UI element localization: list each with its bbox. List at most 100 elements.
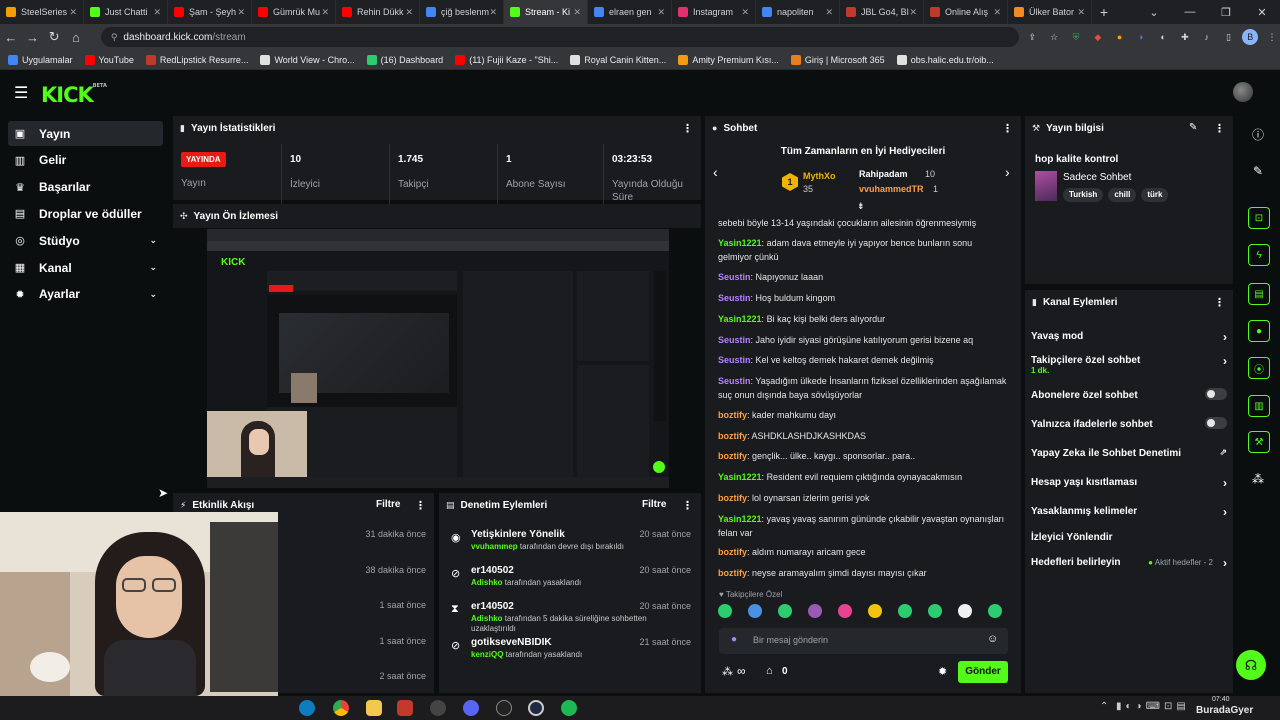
bookmark-item[interactable]: Giriş | Microsoft 365 — [790, 54, 885, 65]
chat-username[interactable]: boztify — [718, 431, 747, 441]
user-avatar[interactable] — [1233, 82, 1253, 102]
channel-action-row[interactable]: Abonelere özel sohbet — [1031, 388, 1227, 401]
browser-tab[interactable]: Just Chatti ✕ — [84, 0, 168, 24]
bookmark-item[interactable]: Royal Canin Kitten... — [570, 54, 666, 65]
info-icon[interactable]: ⓘ — [1252, 126, 1264, 143]
tab-close-icon[interactable]: ✕ — [909, 7, 917, 18]
tab-close-icon[interactable]: ✕ — [69, 7, 77, 18]
chat-username[interactable]: Seustin — [718, 355, 751, 365]
channel-action-row[interactable]: Takipçilere özel sohbet 1 dk. › — [1031, 354, 1227, 375]
tab-close-icon[interactable]: ✕ — [993, 7, 1001, 18]
extension-icon[interactable]: ◐ — [1155, 29, 1171, 45]
window-control-button[interactable]: ❐ — [1208, 6, 1244, 19]
emoji-icon[interactable]: ☺ — [987, 633, 998, 645]
channel-action-row[interactable]: Yalnızca ifadelerle sohbet — [1031, 417, 1227, 430]
points-icon[interactable]: ⁂ — [722, 665, 733, 678]
window-control-button[interactable]: — — [1172, 6, 1208, 18]
extension-icon[interactable]: ● — [1112, 29, 1128, 45]
stream-tag[interactable]: Turkish — [1063, 188, 1104, 202]
browser-tab[interactable]: Rehin Dükk ✕ — [336, 0, 420, 24]
emote-icon[interactable] — [988, 604, 1002, 618]
chat-username[interactable]: Seustin — [718, 376, 751, 386]
tab-close-icon[interactable]: ✕ — [153, 7, 161, 18]
send-button[interactable]: Gönder — [958, 661, 1008, 683]
toggle-switch[interactable] — [1205, 388, 1227, 400]
stream-tag[interactable]: chill — [1108, 188, 1137, 202]
bookmark-item[interactable]: obs.halic.edu.tr/oib... — [896, 54, 994, 65]
bookmark-item[interactable]: World View - Chro... — [260, 54, 355, 65]
file-explorer-icon[interactable] — [366, 700, 382, 716]
emote-icon[interactable] — [958, 604, 972, 618]
more-options-icon[interactable]: ⋮ — [1002, 122, 1013, 135]
tray-chevron-icon[interactable]: ⌃ — [1100, 701, 1108, 712]
browser-tab[interactable]: çiğ beslenm ✕ — [420, 0, 504, 24]
emote-icon[interactable] — [898, 604, 912, 618]
home-icon[interactable]: ⌂ — [65, 30, 87, 45]
menu-icon[interactable]: ⋮ — [1264, 29, 1280, 45]
chat-username[interactable]: Seustin — [718, 293, 751, 303]
moderator-name[interactable]: vvuhammep — [471, 542, 518, 551]
emote-icon[interactable] — [778, 604, 792, 618]
bookmark-item[interactable]: YouTube — [84, 54, 134, 65]
channel-action-row[interactable]: Yapay Zeka ile Sohbet Denetimi ⇗ — [1031, 447, 1227, 459]
edit-icon[interactable]: ✎ — [1189, 122, 1197, 133]
chat-username[interactable]: boztify — [718, 410, 747, 420]
puzzle-icon[interactable]: ✚ — [1177, 29, 1193, 45]
activity-filter-button[interactable]: Filtre — [376, 499, 400, 510]
chat-username[interactable]: boztify — [718, 547, 747, 557]
shield-extension-icon[interactable]: ⛨ — [1068, 29, 1084, 45]
network-icon[interactable]: ⁂ — [1252, 472, 1264, 486]
settings-icon[interactable] — [430, 700, 446, 716]
browser-tab[interactable]: Online Alış ✕ — [924, 0, 1008, 24]
bookmark-item[interactable]: RedLipstick Resurre... — [145, 54, 248, 65]
hamburger-icon[interactable]: ☰ — [14, 83, 28, 103]
emote-icon[interactable] — [868, 604, 882, 618]
emote-icon[interactable] — [808, 604, 822, 618]
tab-close-icon[interactable]: ✕ — [405, 7, 413, 18]
obs-icon[interactable] — [528, 700, 544, 716]
layout-icon[interactable]: ▥ — [1248, 395, 1270, 417]
browser-tab[interactable]: JBL Go4, Bl ✕ — [840, 0, 924, 24]
broadcast-icon[interactable]: ⦿ — [1248, 357, 1270, 379]
chat-username[interactable]: boztify — [718, 493, 747, 503]
category-name[interactable]: Sadece Sohbet — [1063, 172, 1131, 183]
chat-username[interactable]: Seustin — [718, 335, 751, 345]
chrome-icon[interactable] — [333, 700, 349, 716]
new-tab-button[interactable]: + — [1092, 4, 1116, 20]
edge-icon[interactable] — [299, 700, 315, 716]
discord-icon[interactable] — [463, 700, 479, 716]
tools-icon[interactable]: ⚒ — [1248, 431, 1270, 453]
moderator-name[interactable]: kenziQQ — [471, 650, 503, 659]
tab-close-icon[interactable]: ✕ — [825, 7, 833, 18]
moderator-name[interactable]: Adishko — [471, 614, 503, 623]
browser-tab[interactable]: Şam - Şeyh ✕ — [168, 0, 252, 24]
tab-close-icon[interactable]: ✕ — [321, 7, 329, 18]
channel-action-row[interactable]: Yavaş mod › — [1031, 330, 1227, 344]
channel-action-row[interactable]: Yasaklanmış kelimeler › — [1031, 505, 1227, 519]
browser-tab[interactable]: Instagram ✕ — [672, 0, 756, 24]
chat-username[interactable]: Yasin1221 — [718, 472, 762, 482]
chat-input[interactable]: ● Bir mesaj gönderin ☺ — [719, 628, 1008, 654]
spotify-icon[interactable] — [561, 700, 577, 716]
sidebar-item[interactable]: ▤ Droplar ve ödüller — [8, 201, 163, 226]
emote-icon[interactable] — [838, 604, 852, 618]
chat-username[interactable]: boztify — [718, 568, 747, 578]
sidebar-item[interactable]: ◎ Stüdyo ⌄ — [8, 228, 163, 253]
moderator-name[interactable]: Adishko — [471, 578, 503, 587]
bookmark-item[interactable]: Amity Premium Kısı... — [678, 54, 779, 65]
sidepanel-icon[interactable]: ▯ — [1221, 29, 1237, 45]
clipboard-icon[interactable]: ▤ — [1248, 283, 1270, 305]
chat-username[interactable]: Yasin1221 — [718, 238, 762, 248]
browser-tab[interactable]: Gümrük Mu ✕ — [252, 0, 336, 24]
mic-icon[interactable]: ● — [731, 634, 737, 645]
star-icon[interactable]: ☆ — [1046, 29, 1062, 45]
capture-icon[interactable]: ⊡ — [1248, 207, 1270, 229]
pencil-icon[interactable]: ✎ — [1253, 164, 1263, 178]
chat-username[interactable]: Yasin1221 — [718, 514, 762, 524]
profile-avatar[interactable]: B — [1242, 29, 1259, 45]
tab-close-icon[interactable]: ✕ — [657, 7, 665, 18]
more-options-icon[interactable]: ⋮ — [682, 122, 693, 135]
emote-icon[interactable] — [718, 604, 732, 618]
share-icon[interactable]: ⇪ — [1025, 29, 1041, 45]
chevron-right-icon[interactable]: › — [1005, 164, 1010, 180]
